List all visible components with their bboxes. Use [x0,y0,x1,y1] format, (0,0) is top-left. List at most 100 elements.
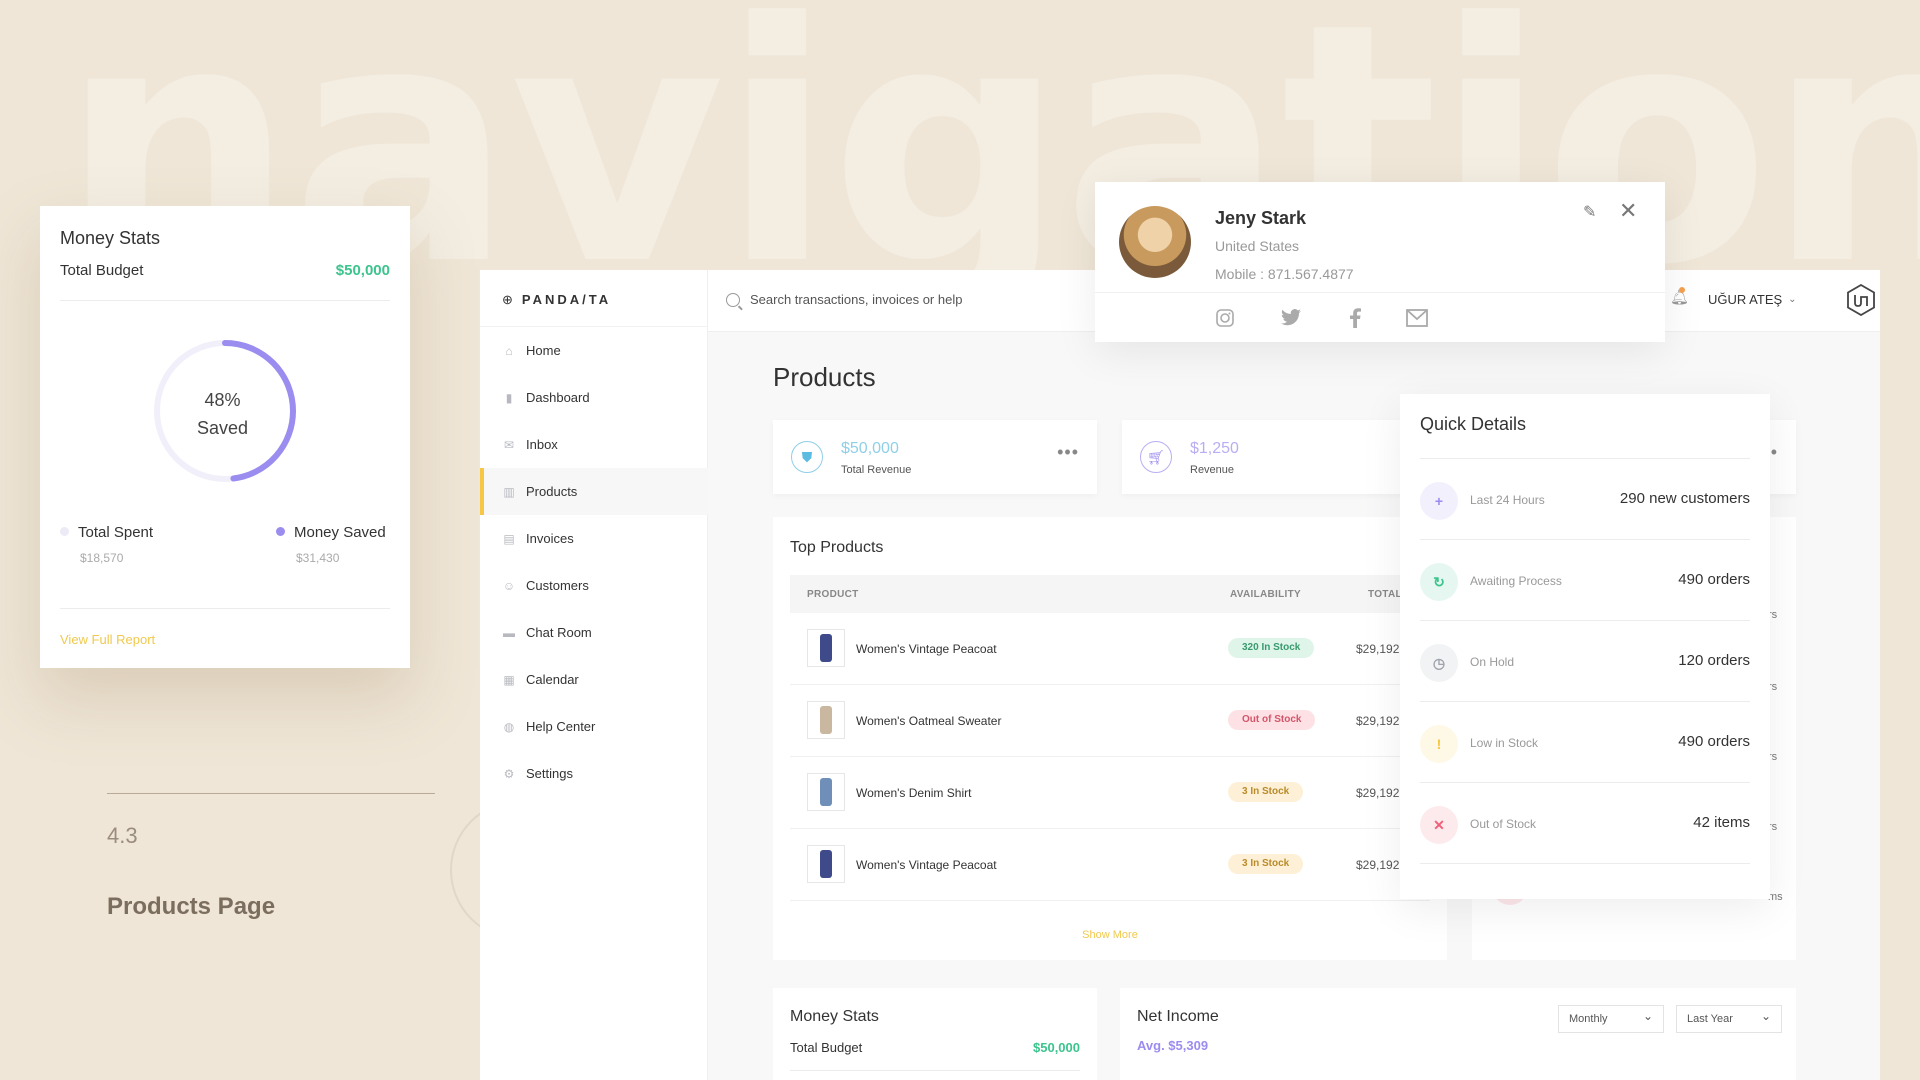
column-header-product[interactable]: PRODUCT [807,589,859,600]
divider [1095,292,1665,293]
availability-badge: Out of Stock [1228,710,1316,730]
search-icon [726,292,740,307]
search-input[interactable]: Search transactions, invoices or help [750,292,962,307]
net-income-title: Net Income [1137,1008,1219,1025]
refresh-icon: ↻ [1420,563,1458,601]
quick-detail-label: On Hold [1470,655,1515,669]
stat-card-total-revenue: ⛊ $50,000 Total Revenue ••• [773,420,1097,494]
quick-detail-row: ✕ Out of Stock 42 items [1420,783,1750,864]
product-thumbnail [807,701,845,739]
product-name: Women's Vintage Peacoat [856,858,997,872]
stat-label: Total Revenue [841,464,912,476]
view-full-report-link[interactable]: View Full Report [60,632,155,647]
bell-icon[interactable]: 🔔︎ [1670,287,1689,306]
table-row[interactable]: Women's Vintage Peacoat 3 In Stock $29,192 [790,829,1430,901]
divider [790,1070,1080,1071]
sidebar-item-calendar[interactable]: ▦ Calendar [480,656,708,703]
quick-detail-label: Awaiting Process [1470,574,1562,588]
sidebar-item-chat-room[interactable]: ▬ Chat Room [480,609,708,656]
legend-label: Total Spent [78,524,154,541]
logo-icon: ⊕ [502,292,516,307]
sidebar-item-products[interactable]: ▥ Products [480,468,708,515]
period-select[interactable]: Monthly [1558,1003,1664,1033]
cart-icon: 🛒︎ [1140,441,1172,473]
show-more-link[interactable]: Show More [773,929,1447,941]
quick-detail-value: 290 new customers [1619,490,1750,507]
pencil-icon[interactable]: ✎ [1583,202,1596,222]
clipped-text: ms [1768,891,1783,903]
instagram-icon[interactable] [1213,306,1237,330]
quick-detail-row: ! Low in Stock 490 orders [1420,702,1750,783]
user-icon: ☺ [502,578,516,593]
sidebar-item-dashboard[interactable]: ▮ Dashboard [480,374,708,421]
user-menu[interactable]: UĞUR ATEŞ ⌄ [1708,292,1797,307]
quick-details-title: Quick Details [1420,414,1527,434]
sidebar-item-label: Home [526,343,561,358]
stat-value: $50,000 [841,440,899,457]
sidebar-item-label: Help Center [526,719,596,734]
chat-icon: ▬ [503,625,515,640]
availability-badge: 3 In Stock [1228,854,1304,874]
net-income-card: Net Income Avg. $5,309 Monthly Last Year [1120,988,1796,1080]
section-number: 4.3 [107,823,138,848]
product-total: $29,192 [1356,714,1400,728]
section-divider [107,793,435,794]
donut-caption: Saved [196,418,249,438]
sidebar: ⊕ PANDA/TA ⌂ Home ▮ Dashboard ✉ Inbox ▥ Products… [480,270,708,1080]
close-icon[interactable]: ✕ [1619,198,1637,224]
profile-country: United States [1215,238,1300,254]
sidebar-item-label: Dashboard [526,390,590,405]
sidebar-item-label: Inbox [526,437,558,452]
barcode-icon: ▥ [503,484,515,499]
gear-icon: ⚙ [503,766,515,781]
sidebar-item-label: Products [526,484,578,499]
logo-text: PANDA/TA [521,292,612,307]
chevron-down-icon: ⌄ [1788,294,1797,305]
range-select[interactable]: Last Year [1676,1003,1782,1033]
money-stats-title: Money Stats [790,1008,879,1025]
logo[interactable]: ⊕ PANDA/TA [502,292,611,308]
section-title: Products Page [107,893,276,920]
quick-detail-label: Low in Stock [1470,736,1539,750]
facebook-icon[interactable] [1343,306,1367,330]
sidebar-item-customers[interactable]: ☺ Customers [480,562,708,609]
column-header-total[interactable]: TOTAL [1368,589,1402,600]
product-total: $29,192 [1356,786,1400,800]
calendar-icon: ▦ [503,672,515,687]
twitter-icon[interactable] [1279,306,1303,330]
table-row[interactable]: Women's Denim Shirt 3 In Stock $29,192 [790,757,1430,829]
column-header-availability[interactable]: AVAILABILITY [1230,589,1301,600]
page-title: Products [773,362,876,392]
more-options-icon[interactable]: ••• [1057,442,1079,463]
product-total: $29,192 [1356,642,1400,656]
sidebar-item-label: Invoices [526,531,574,546]
sidebar-item-label: Calendar [526,672,579,687]
product-name: Women's Denim Shirt [856,786,972,800]
sidebar-item-label: Chat Room [526,625,592,640]
stat-label: Revenue [1190,464,1235,476]
user-logo-icon[interactable] [1846,284,1876,316]
user-plus-icon: + [1420,482,1458,520]
stat-value: $1,250 [1190,440,1239,457]
money-stats-card-small: Money Stats Total Budget $50,000 [773,988,1097,1080]
sidebar-item-inbox[interactable]: ✉ Inbox [480,421,708,468]
sidebar-item-help-center[interactable]: ◍ Help Center [480,703,708,750]
table-row[interactable]: Women's Vintage Peacoat 320 In Stock $29,1… [790,613,1430,685]
product-thumbnail [807,845,845,883]
quick-detail-row: + Last 24 Hours 290 new customers [1420,459,1750,540]
table-row[interactable]: Women's Oatmeal Sweater Out of Stock $29,1… [790,685,1430,757]
quick-detail-value: 490 orders [1678,733,1750,750]
search-bar[interactable]: Search transactions, invoices or help [726,292,962,307]
globe-icon: ◍ [503,719,515,734]
mail-icon: ✉ [503,437,515,452]
product-thumbnail [807,773,845,811]
notification-dot [1679,287,1685,293]
money-bag-icon: ⛊ [791,441,823,473]
legend-label: Money Saved [294,524,386,541]
legend-value: $18,570 [80,551,124,565]
sidebar-item-home[interactable]: ⌂ Home [480,327,708,374]
top-products-card: Top Products PRODUCT AVAILABILITY TOTAL … [773,517,1447,960]
sidebar-item-invoices[interactable]: ▤ Invoices [480,515,708,562]
mail-icon[interactable] [1405,306,1429,330]
sidebar-item-settings[interactable]: ⚙ Settings [480,750,708,797]
